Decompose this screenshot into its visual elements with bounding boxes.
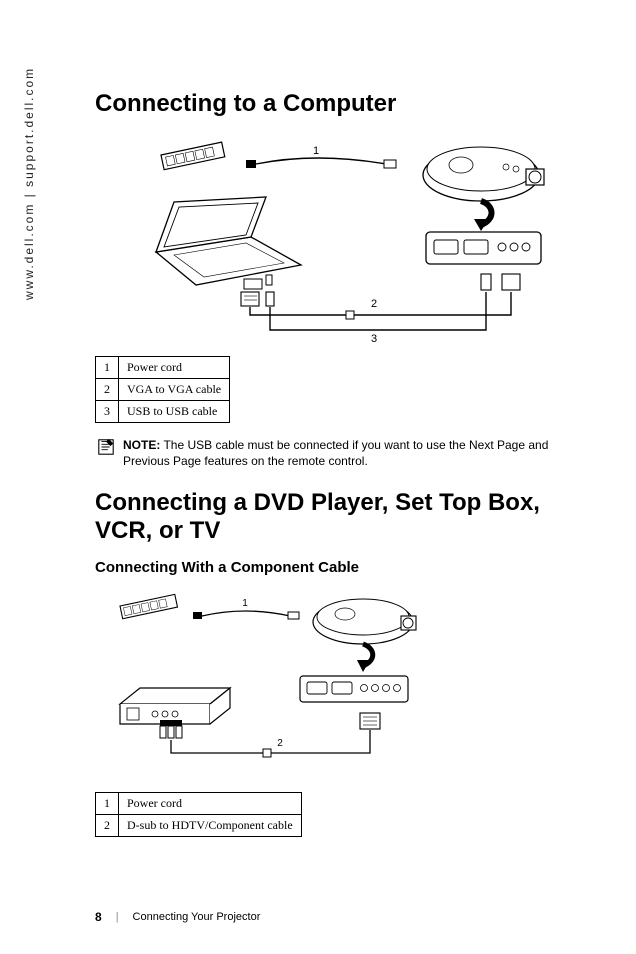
legend-desc: VGA to VGA cable <box>119 379 230 401</box>
note-text: NOTE: The USB cable must be connected if… <box>123 437 586 469</box>
side-url-text: www.dell.com | support.dell.com <box>22 67 36 300</box>
table-row: 1 Power cord <box>96 357 230 379</box>
legend-num: 1 <box>96 793 119 815</box>
legend-num: 1 <box>96 357 119 379</box>
diagram-component-connection: 1 <box>105 588 596 778</box>
diagram1-label-3: 3 <box>370 333 376 342</box>
diagram-computer-connection: 1 <box>95 132 586 342</box>
footer-section: Connecting Your Projector <box>133 911 261 923</box>
note-body: The USB cable must be connected if you w… <box>123 438 548 468</box>
diagram1-label-2: 2 <box>370 298 376 310</box>
legend-desc: USB to USB cable <box>119 401 230 423</box>
table-row: 3 USB to USB cable <box>96 401 230 423</box>
legend-desc: Power cord <box>119 357 230 379</box>
note-icon <box>97 438 115 456</box>
table-row: 2 D-sub to HDTV/Component cable <box>96 815 302 837</box>
legend-table-2: 1 Power cord 2 D-sub to HDTV/Component c… <box>95 792 302 837</box>
legend-table-1: 1 Power cord 2 VGA to VGA cable 3 USB to… <box>95 356 230 423</box>
legend-num: 2 <box>96 815 119 837</box>
footer-separator: | <box>116 911 119 923</box>
table-row: 1 Power cord <box>96 793 302 815</box>
page-number: 8 <box>95 910 102 924</box>
diagram2-label-1: 1 <box>242 598 248 609</box>
legend-desc: D-sub to HDTV/Component cable <box>119 815 302 837</box>
note-block: NOTE: The USB cable must be connected if… <box>95 437 586 469</box>
heading-connecting-dvd: Connecting a DVD Player, Set Top Box, VC… <box>95 489 586 545</box>
legend-num: 3 <box>96 401 119 423</box>
diagram2-label-2: 2 <box>277 738 283 749</box>
note-label: NOTE: <box>123 438 160 452</box>
heading-connecting-computer: Connecting to a Computer <box>95 90 586 118</box>
subheading-component-cable: Connecting With a Component Cable <box>95 559 586 576</box>
legend-desc: Power cord <box>119 793 302 815</box>
table-row: 2 VGA to VGA cable <box>96 379 230 401</box>
page-footer: 8 | Connecting Your Projector <box>95 910 260 924</box>
diagram1-label-1: 1 <box>312 145 318 157</box>
legend-num: 2 <box>96 379 119 401</box>
